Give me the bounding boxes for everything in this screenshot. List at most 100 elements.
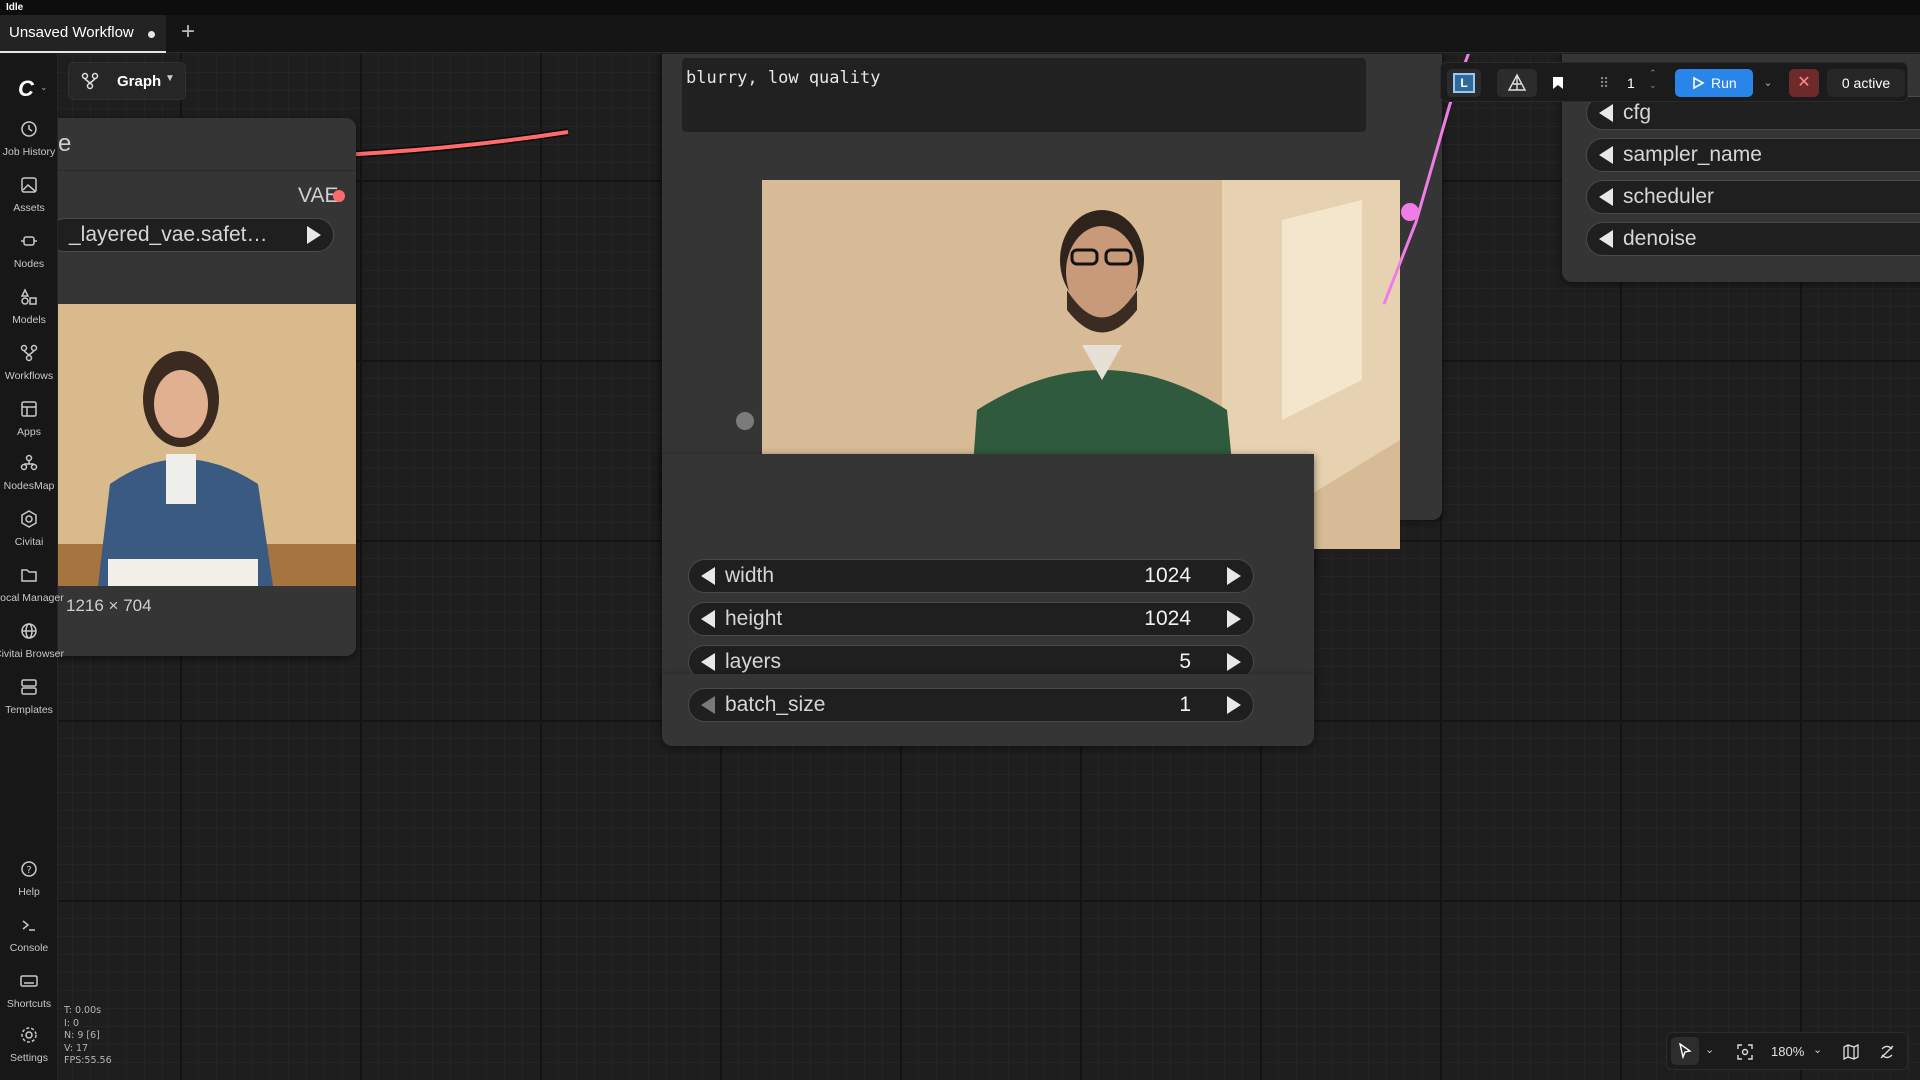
sidebar-item-help[interactable]: ? Help <box>0 860 58 914</box>
sidebar-item-assets[interactable]: Assets <box>0 176 58 230</box>
input-slot[interactable] <box>736 412 754 430</box>
stat-nodes: N: 9 [6] <box>64 1030 100 1042</box>
sidebar-item-label: Models <box>12 314 46 326</box>
active-count-label: 0 active <box>1841 75 1891 91</box>
sidebar-item-job-history[interactable]: Job History <box>0 120 58 174</box>
sidebar-item-label: Shortcuts <box>6 998 52 1010</box>
decrement-arrow-icon[interactable] <box>1599 104 1613 122</box>
cursor-icon <box>1679 1043 1692 1059</box>
left-sidebar: C ⌄ Job History Assets Nodes Models Work… <box>0 54 64 1080</box>
stepper-arrows-icon[interactable]: ⌃ ⌄ <box>1649 67 1657 91</box>
increment-arrow-icon[interactable] <box>1227 610 1241 628</box>
node-icon <box>21 236 37 246</box>
apps-icon <box>21 401 37 417</box>
latent-widget-panel: width 1024 height 1024 layers 5 <box>662 454 1314 694</box>
decrement-arrow-icon[interactable] <box>1599 230 1613 248</box>
sidebar-item-models[interactable]: Models <box>0 288 58 342</box>
widget-name: denoise <box>1623 227 1697 250</box>
widget-denoise[interactable]: denoise <box>1586 222 1920 256</box>
history-icon <box>21 121 37 137</box>
sidebar-item-workflows[interactable]: Workflows <box>0 344 58 398</box>
gear-icon <box>21 1027 37 1043</box>
widget-scheduler[interactable]: scheduler sir <box>1586 180 1920 214</box>
run-button[interactable]: Run <box>1675 69 1753 97</box>
drag-handle[interactable]: ⠿ <box>1599 69 1611 97</box>
increment-arrow-icon[interactable] <box>1227 653 1241 671</box>
widget-name: sampler_name <box>1623 143 1762 166</box>
decrement-arrow-icon[interactable] <box>701 567 715 585</box>
sidebar-item-civitai-browser[interactable]: Civitai Browser <box>0 622 64 676</box>
l-badge-icon: L <box>1453 73 1475 93</box>
bookmark-icon <box>1553 77 1563 89</box>
image-icon <box>21 177 37 193</box>
layers-toggle-button[interactable]: L <box>1447 69 1481 97</box>
link-visibility-icon[interactable] <box>1879 1044 1895 1060</box>
sidebar-item-templates[interactable]: Templates <box>0 678 58 732</box>
keyboard-icon <box>20 975 38 987</box>
widget-value: 5 <box>1179 650 1191 673</box>
next-arrow-icon[interactable] <box>307 226 321 244</box>
chevron-down-icon[interactable]: ⌄ <box>1813 1043 1822 1056</box>
console-icon <box>22 920 35 931</box>
decrement-arrow-icon[interactable] <box>701 696 715 714</box>
graph-canvas[interactable]: e VAE _layered_vae.safet… 1216 × 704 blu… <box>58 54 1920 1080</box>
stat-i: I: 0 <box>64 1017 80 1029</box>
zoom-level[interactable]: 180% <box>1771 1044 1804 1059</box>
chevron-down-icon[interactable]: ⌄ <box>1705 1043 1714 1056</box>
comfy-logo-icon[interactable]: C <box>18 76 34 102</box>
run-label: Run <box>1711 75 1737 91</box>
canvas-controls: ⌄ 180% ⌄ <box>1666 1032 1908 1070</box>
sidebar-item-label: Console <box>9 942 49 954</box>
sidebar-item-label: Templates <box>5 704 53 716</box>
queue-icon-button[interactable] <box>1497 69 1537 97</box>
widget-value: 1024 <box>1144 564 1191 587</box>
decrement-arrow-icon[interactable] <box>701 610 715 628</box>
sidebar-item-label: Civitai Browser <box>0 648 64 660</box>
sidebar-item-label: NodesMap <box>3 480 55 492</box>
sidebar-item-settings[interactable]: Settings <box>0 1026 58 1080</box>
sidebar-item-nodes[interactable]: Nodes <box>0 232 58 286</box>
increment-arrow-icon[interactable] <box>1227 696 1241 714</box>
negative-prompt-box[interactable]: blurry, low quality <box>682 58 1366 132</box>
sidebar-item-shortcuts[interactable]: Shortcuts <box>0 972 58 1026</box>
decrement-arrow-icon[interactable] <box>1599 188 1613 206</box>
sidebar-item-civitai[interactable]: Civitai <box>0 510 58 564</box>
vae-name-select[interactable]: _layered_vae.safet… <box>58 218 334 252</box>
svg-text:?: ? <box>26 865 31 876</box>
chevron-down-icon[interactable]: ⌄ <box>40 82 48 93</box>
decrement-arrow-icon[interactable] <box>1599 146 1613 164</box>
app-status: Idle <box>6 2 24 13</box>
sidebar-item-label: Workflows <box>4 370 54 382</box>
workflow-tab[interactable]: Unsaved Workflow <box>0 15 166 53</box>
bookmark-button[interactable] <box>1541 69 1575 97</box>
sidebar-item-local-manager[interactable]: Local Manager <box>0 566 64 620</box>
sidebar-item-label: Job History <box>2 146 56 158</box>
sidebar-item-apps[interactable]: Apps <box>0 400 58 454</box>
widget-batch-size[interactable]: batch_size 1 <box>688 688 1254 722</box>
batch-count-value: 1 <box>1627 75 1635 91</box>
decrement-arrow-icon[interactable] <box>701 653 715 671</box>
graph-menu-button[interactable]: Graph ▼ <box>68 62 186 100</box>
vae-output-slot[interactable] <box>333 190 345 202</box>
minimap-icon[interactable] <box>1843 1044 1859 1060</box>
new-tab-plus-icon[interactable]: + <box>176 20 200 45</box>
sidebar-item-label: Civitai <box>14 536 44 548</box>
run-toolbar: L ⠿ 1 ⌃ ⌄ Run ⌄ ✕ 0 active <box>1440 62 1908 102</box>
active-queue-button[interactable]: 0 active <box>1827 69 1905 97</box>
run-options-chevron-icon[interactable]: ⌄ <box>1757 69 1779 97</box>
batch-count-input[interactable]: 1 ⌃ ⌄ <box>1617 67 1661 97</box>
sidebar-item-nodesmap[interactable]: NodesMap <box>0 454 58 508</box>
widget-width[interactable]: width 1024 <box>688 559 1254 593</box>
widget-height[interactable]: height 1024 <box>688 602 1254 636</box>
widget-sampler-name[interactable]: sampler_name e <box>1586 138 1920 172</box>
fit-view-icon[interactable] <box>1737 1044 1753 1060</box>
sidebar-item-console[interactable]: Console <box>0 916 58 970</box>
sidebar-item-label: Help <box>18 886 40 898</box>
increment-arrow-icon[interactable] <box>1227 567 1241 585</box>
cancel-close-icon[interactable]: ✕ <box>1789 69 1819 97</box>
sidebar-item-label: Settings <box>10 1052 48 1064</box>
pyramid-icon <box>1507 73 1527 91</box>
widget-name: height <box>725 607 783 630</box>
select-tool-button[interactable] <box>1671 1037 1699 1065</box>
vae-loader-node[interactable]: e VAE _layered_vae.safet… 1216 × 704 <box>58 118 356 656</box>
